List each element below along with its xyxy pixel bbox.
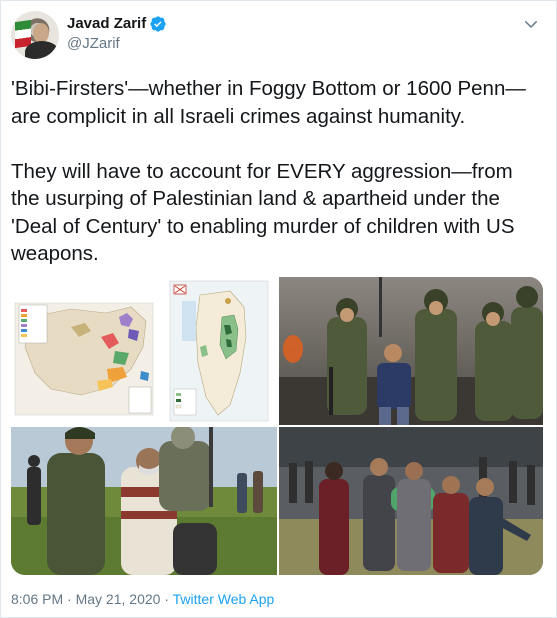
tweet-source-link[interactable]: Twitter Web App: [173, 591, 275, 607]
media-image-map-annexation[interactable]: [160, 277, 277, 425]
chevron-down-icon[interactable]: [522, 15, 540, 33]
verified-badge-icon: [150, 15, 166, 32]
tweet-date[interactable]: May 21, 2020: [76, 591, 161, 607]
tweet-time[interactable]: 8:06 PM: [11, 591, 63, 607]
tweet-card: Javad Zarif @JZarif 'Bibi-Firsters'—whet…: [0, 0, 557, 618]
separator: ·: [67, 591, 72, 607]
media-grid[interactable]: [11, 277, 543, 575]
media-image-map-region[interactable]: [11, 277, 158, 425]
author-name[interactable]: Javad Zarif: [67, 15, 146, 32]
media-image-soldiers-boy[interactable]: [279, 277, 543, 425]
media-image-arrest[interactable]: [11, 427, 277, 575]
media-image-crowd[interactable]: [279, 427, 543, 575]
author-handle[interactable]: @JZarif: [67, 35, 120, 52]
author-name-row[interactable]: Javad Zarif: [67, 15, 166, 32]
author-avatar[interactable]: [11, 11, 59, 59]
tweet-footer: 8:06 PM · May 21, 2020 · Twitter Web App: [11, 591, 274, 607]
separator: ·: [164, 591, 169, 607]
tweet-text: 'Bibi-Firsters'—whether in Foggy Bottom …: [11, 77, 526, 265]
